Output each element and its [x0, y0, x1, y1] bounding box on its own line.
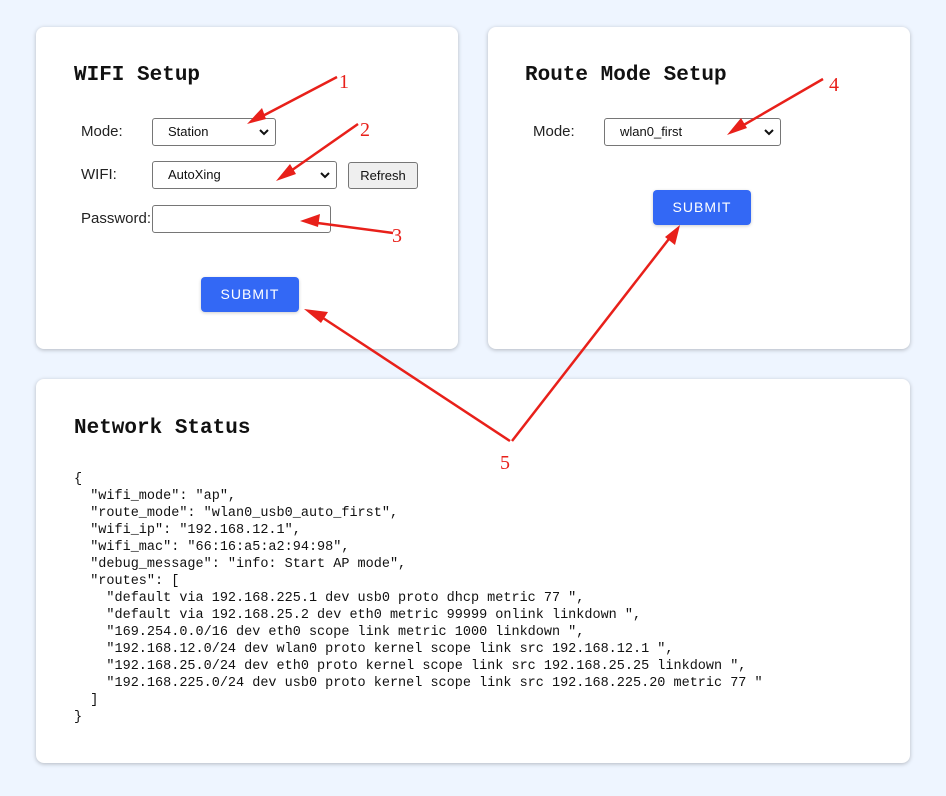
password-label: Password:: [81, 210, 152, 227]
route-mode-setup-card: Route Mode Setup Mode: wlan0_first SUBMI…: [488, 27, 910, 349]
route-mode-select[interactable]: wlan0_first: [604, 118, 781, 146]
route-mode-label: Mode:: [533, 123, 575, 140]
refresh-button[interactable]: Refresh: [348, 162, 418, 189]
chevron-down-icon: [320, 172, 330, 179]
route-submit-button[interactable]: SUBMIT: [653, 190, 751, 225]
password-input[interactable]: [152, 205, 331, 233]
wifi-network-value: AutoXing: [168, 167, 221, 182]
chevron-down-icon: [259, 129, 269, 136]
wifi-mode-value: Station: [168, 124, 209, 139]
wifi-submit-button[interactable]: SUBMIT: [201, 277, 299, 312]
network-status-json: { "wifi_mode": "ap", "route_mode": "wlan…: [74, 472, 763, 725]
wifi-mode-label: Mode:: [81, 123, 123, 140]
chevron-down-icon: [764, 129, 774, 136]
route-mode-setup-title: Route Mode Setup: [525, 64, 727, 87]
wifi-network-label: WIFI:: [81, 166, 117, 183]
network-status-title: Network Status: [74, 417, 251, 440]
wifi-network-select[interactable]: AutoXing: [152, 161, 337, 189]
wifi-setup-card: WIFI Setup Mode: Station WIFI: AutoXing …: [36, 27, 458, 349]
wifi-mode-select[interactable]: Station: [152, 118, 276, 146]
wifi-setup-title: WIFI Setup: [74, 64, 201, 87]
route-mode-value: wlan0_first: [620, 124, 683, 139]
network-status-card: Network Status { "wifi_mode": "ap", "rou…: [36, 379, 910, 763]
